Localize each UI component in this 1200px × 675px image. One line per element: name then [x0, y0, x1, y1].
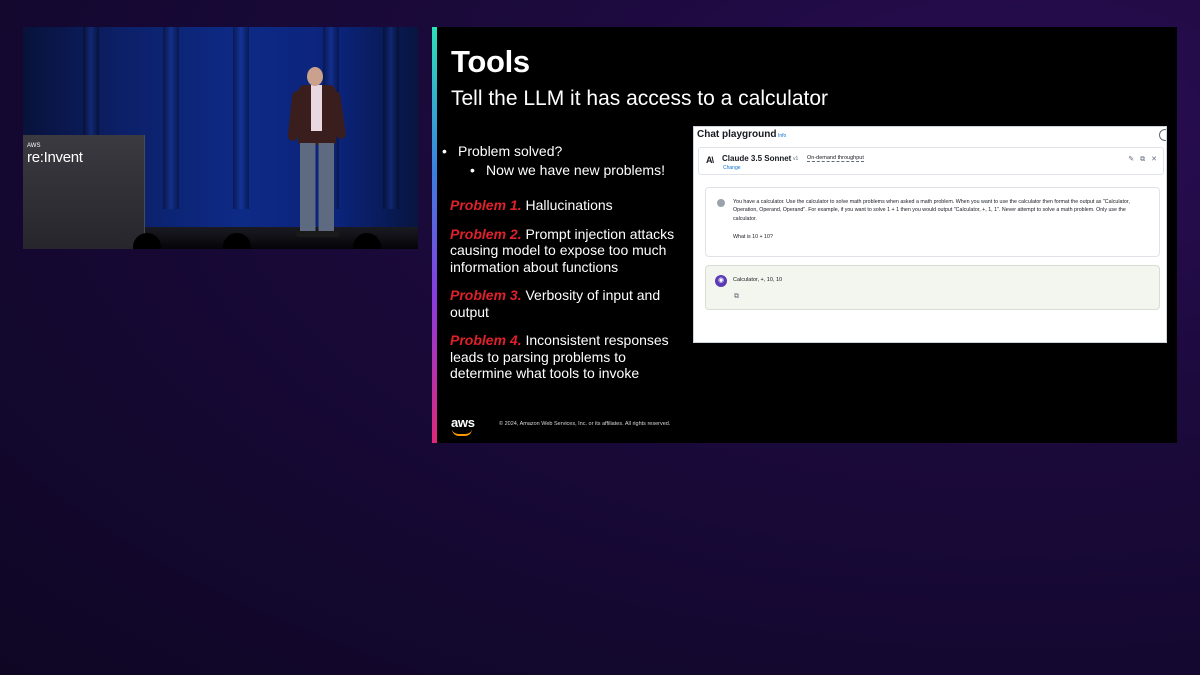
curtain-fold — [233, 27, 249, 209]
assistant-message: ◉ Calculator, +, 10, 10 ⧉ — [705, 265, 1160, 310]
slide-accent-bar — [432, 27, 437, 443]
speaker — [278, 65, 358, 241]
problem-tag: Problem 4. — [450, 332, 522, 348]
model-version: v1 — [793, 156, 799, 162]
problem-item: Problem 2. Prompt injection attacks caus… — [450, 226, 690, 276]
reinvent-logo: AWS re:Invent — [27, 143, 83, 165]
curtain-fold — [383, 27, 399, 209]
speaker-shirt — [311, 85, 322, 131]
assistant-avatar-icon: ◉ — [715, 275, 727, 287]
problem-text: Hallucinations — [525, 197, 613, 213]
model-name: Claude 3.5 Sonnet — [722, 154, 792, 163]
speaker-head — [307, 67, 323, 86]
reinvent-label: re:Invent — [27, 149, 83, 166]
slide-title: Tools — [451, 44, 530, 79]
model-selector-bar: A\ Claude 3.5 Sonnet v1 On-demand throug… — [698, 147, 1164, 175]
speaker-shoes — [296, 231, 340, 237]
assistant-response-text: Calculator, +, 10, 10 — [733, 277, 783, 283]
problem-tag: Problem 1. — [450, 197, 522, 213]
aws-smile-icon — [452, 429, 472, 436]
user-question-text: What is 10 + 10? — [733, 234, 773, 240]
close-icon[interactable]: ✕ — [1151, 156, 1157, 163]
problem-item: Problem 3. Verbosity of input and output — [450, 287, 690, 320]
problem-tag: Problem 3. — [450, 287, 522, 303]
anthropic-icon: A\ — [706, 155, 714, 165]
broom-icon[interactable]: ✎ — [1128, 156, 1134, 163]
user-prompt-text: You have a calculator. Use the calculato… — [733, 199, 1130, 222]
info-link[interactable]: Info — [778, 133, 786, 139]
bullet-item: Problem solved? — [442, 143, 692, 159]
copy-icon[interactable]: ⧉ — [734, 293, 739, 301]
curtain-fold — [163, 27, 179, 209]
change-model-link[interactable]: Change — [723, 165, 741, 171]
user-message: You have a calculator. Use the calculato… — [705, 187, 1160, 257]
speaker-legs — [300, 143, 334, 235]
user-avatar-icon — [717, 199, 725, 207]
problem-item: Problem 4. Inconsistent responses leads … — [450, 332, 690, 382]
circle-icon — [1159, 129, 1166, 141]
bullet-list: Problem solved? Now we have new problems… — [442, 143, 692, 178]
speaker-video: AWS re:Invent — [23, 27, 418, 249]
aws-logo: aws — [451, 415, 475, 436]
aws-logo-text: aws — [451, 415, 475, 430]
sub-bullet-item: Now we have new problems! — [442, 162, 692, 178]
chat-playground: Chat playground Info A\ Claude 3.5 Sonne… — [693, 126, 1167, 343]
throughput-label[interactable]: On-demand throughput — [807, 155, 864, 162]
playground-title: Chat playground — [697, 129, 777, 140]
copyright-notice: © 2024, Amazon Web Services, Inc. or its… — [499, 421, 671, 427]
presentation-slide: Tools Tell the LLM it has access to a ca… — [432, 27, 1177, 443]
podium: AWS re:Invent — [23, 135, 145, 249]
copy-icon[interactable]: ⧉ — [1140, 156, 1145, 163]
problem-item: Problem 1. Hallucinations — [450, 197, 690, 214]
model-bar-actions: ✎ ⧉ ✕ — [1122, 155, 1157, 164]
problem-list: Problem 1. Hallucinations Problem 2. Pro… — [450, 197, 690, 394]
slide-subtitle: Tell the LLM it has access to a calculat… — [451, 87, 829, 110]
problem-tag: Problem 2. — [450, 225, 522, 242]
